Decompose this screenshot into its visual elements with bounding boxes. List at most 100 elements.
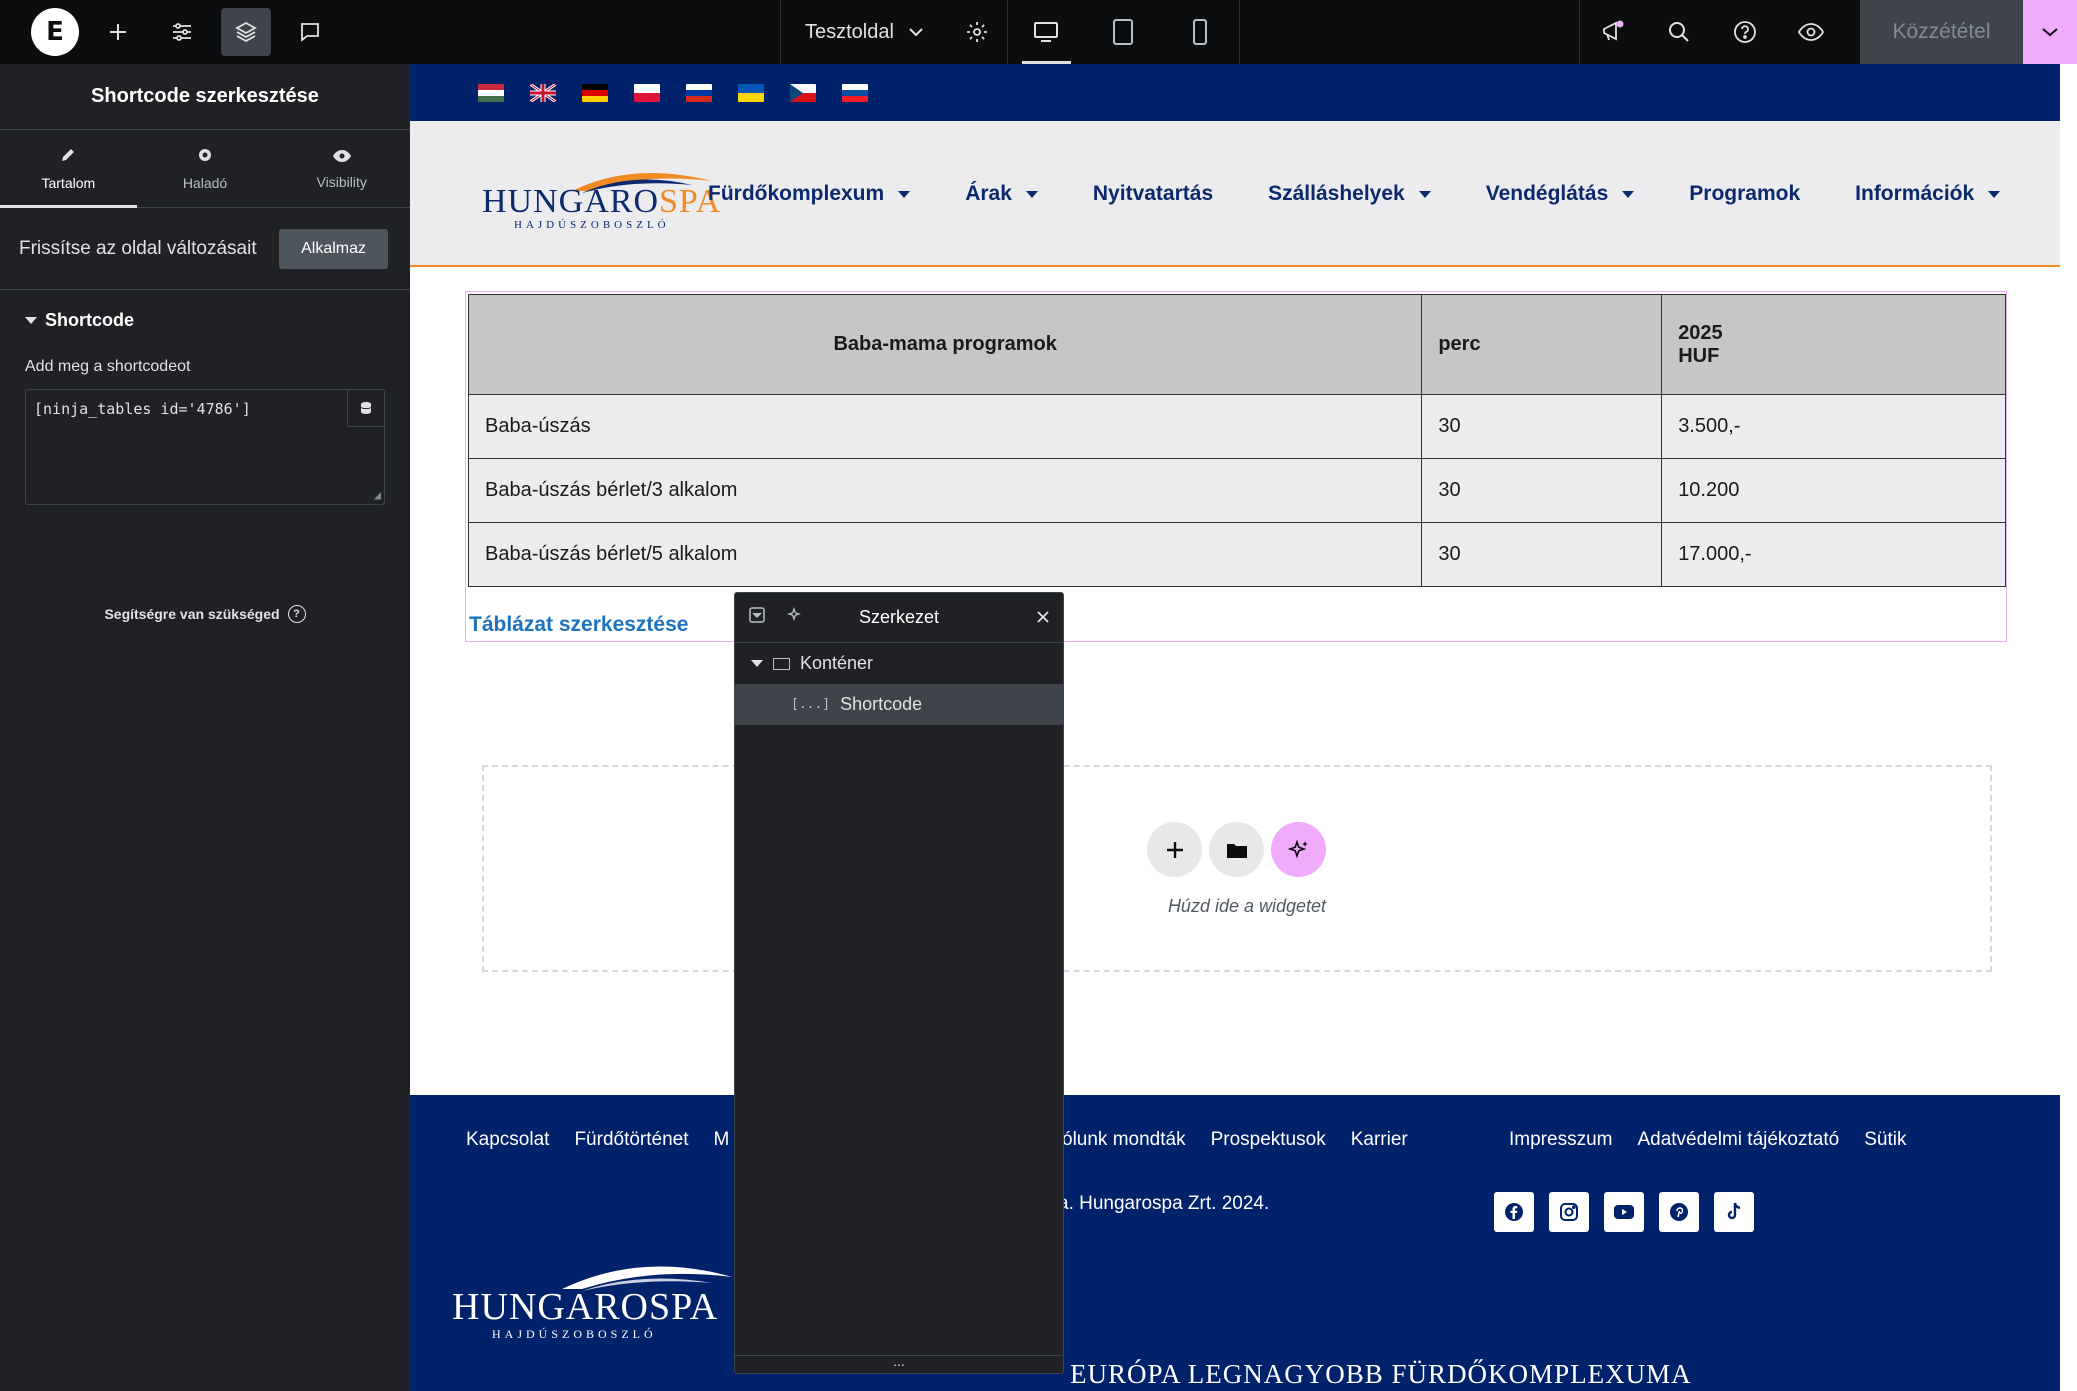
refresh-text: Frissítse az oldal változásait bbox=[19, 237, 257, 259]
flag-de-icon[interactable] bbox=[582, 83, 608, 102]
flag-ua-icon[interactable] bbox=[738, 83, 764, 102]
page-settings-icon[interactable] bbox=[948, 0, 1008, 64]
footer-slogan: EURÓPA LEGNAGYOBB FÜRDŐKOMPLEXUMA bbox=[1070, 1359, 1692, 1389]
tree-item-shortcode[interactable]: [...] Shortcode bbox=[735, 684, 1063, 725]
tree-item-label: Konténer bbox=[800, 653, 874, 673]
footer-link[interactable]: Prospektusok bbox=[1211, 1129, 1326, 1151]
preview-canvas: HUNGAROSPA HAJDÚSZOBOSZLÓ Fürdőkomplexum… bbox=[410, 64, 2060, 1391]
footer-link[interactable]: Adatvédelmi tájékoztató bbox=[1637, 1129, 1839, 1151]
section-shortcode[interactable]: Shortcode bbox=[0, 290, 410, 350]
mobile-icon[interactable] bbox=[1162, 0, 1239, 64]
tab-visibility-label: Visibility bbox=[316, 174, 367, 190]
desktop-icon[interactable] bbox=[1008, 0, 1085, 64]
footer-link[interactable]: Impresszum bbox=[1509, 1129, 1612, 1151]
shortcode-textarea[interactable]: [ninja_tables id='4786'] ◢ bbox=[25, 389, 385, 505]
tree-item-container[interactable]: Konténer bbox=[735, 643, 1063, 684]
sparkle-icon[interactable] bbox=[787, 607, 803, 628]
nav-item-nyitvatartas[interactable]: Nyitvatartás bbox=[1093, 182, 1213, 206]
table-cell: Baba-úszás bbox=[467, 394, 1423, 459]
nav-item-informaciok[interactable]: Információk bbox=[1855, 182, 2001, 206]
tab-content[interactable]: Tartalom bbox=[0, 130, 137, 208]
table-cell: 30 bbox=[1421, 458, 1663, 523]
navigator-title: Szerkezet bbox=[858, 607, 940, 627]
facebook-icon[interactable] bbox=[1494, 1192, 1534, 1232]
tablet-icon[interactable] bbox=[1085, 0, 1162, 64]
caret-down-icon[interactable] bbox=[751, 660, 763, 667]
caret-down-icon bbox=[1622, 190, 1635, 198]
nav-label: Információk bbox=[1855, 182, 1975, 205]
canvas-scrollbar[interactable] bbox=[2060, 64, 2077, 1391]
apply-button[interactable]: Alkalmaz bbox=[279, 228, 388, 269]
megaphone-icon[interactable] bbox=[1580, 0, 1646, 64]
add-element-icon[interactable] bbox=[93, 8, 143, 56]
elementor-logo-icon[interactable]: E bbox=[31, 8, 79, 56]
container-icon bbox=[773, 657, 790, 670]
flag-en-icon[interactable] bbox=[530, 83, 556, 102]
section-title: Shortcode bbox=[45, 309, 135, 330]
search-icon[interactable] bbox=[1646, 0, 1712, 64]
help-link[interactable]: Segítségre van szükséged ? bbox=[0, 605, 410, 623]
chevron-down-icon bbox=[909, 28, 923, 37]
collapse-all-icon[interactable] bbox=[749, 607, 765, 628]
footer-link[interactable]: Karrier bbox=[1351, 1129, 1408, 1151]
table-header: 2025 HUF bbox=[1661, 294, 2006, 395]
site-nav: Fürdőkomplexum Árak Nyitvatartás Szállás… bbox=[708, 121, 2055, 267]
edit-table-link[interactable]: Táblázat szerkesztése bbox=[469, 613, 688, 637]
publish-button[interactable]: Közzététel bbox=[1860, 0, 2023, 64]
table-header: Baba-mama programok bbox=[467, 294, 1423, 395]
resize-handle-icon[interactable]: ... bbox=[735, 1354, 1063, 1373]
nav-item-arak[interactable]: Árak bbox=[965, 182, 1038, 206]
tab-advanced[interactable]: Haladó bbox=[137, 130, 274, 207]
flag-hu-icon[interactable] bbox=[478, 83, 504, 102]
panel-title: Shortcode szerkesztése bbox=[0, 64, 410, 130]
table-cell: 30 bbox=[1421, 522, 1663, 587]
flag-pl-icon[interactable] bbox=[634, 83, 660, 102]
page-select[interactable]: Tesztoldal bbox=[780, 0, 948, 64]
footer-link[interactable]: Fürdőtörténet bbox=[574, 1129, 688, 1151]
template-library-button[interactable] bbox=[1209, 822, 1264, 877]
editor-topbar: E Tesztoldal Közzététel bbox=[0, 0, 2077, 64]
youtube-icon[interactable] bbox=[1604, 1192, 1644, 1232]
nav-label: Árak bbox=[965, 182, 1012, 205]
instagram-icon[interactable] bbox=[1549, 1192, 1589, 1232]
nav-item-programok[interactable]: Programok bbox=[1689, 182, 1800, 206]
footer-link[interactable]: M bbox=[714, 1129, 730, 1151]
footer-link[interactable]: ólunk mondták bbox=[1062, 1129, 1186, 1151]
tab-visibility[interactable]: Visibility bbox=[273, 130, 410, 207]
dynamic-tags-icon[interactable] bbox=[347, 390, 384, 427]
close-icon[interactable] bbox=[1037, 607, 1049, 628]
pinterest-icon[interactable] bbox=[1659, 1192, 1699, 1232]
drop-zone-text: Húzd ide a widgetet bbox=[1167, 896, 1327, 916]
shortcode-field-label: Add meg a shortcodeot bbox=[25, 358, 191, 375]
caret-down-icon bbox=[898, 190, 911, 198]
flag-sk-icon[interactable] bbox=[842, 83, 868, 102]
tab-advanced-label: Haladó bbox=[182, 175, 228, 191]
table-cell: 10.200 bbox=[1661, 458, 2006, 523]
help-icon[interactable] bbox=[1712, 0, 1778, 64]
flag-ru-icon[interactable] bbox=[686, 83, 712, 102]
shortcode-value: [ninja_tables id='4786'] bbox=[34, 400, 251, 418]
footer-logo-subtitle: HAJDÚSZOBOSZLÓ bbox=[492, 1327, 657, 1341]
nav-item-vendeglatas[interactable]: Vendéglátás bbox=[1486, 182, 1635, 206]
tiktok-icon[interactable] bbox=[1714, 1192, 1754, 1232]
site-logo[interactable]: HUNGAROSPA HAJDÚSZOBOSZLÓ bbox=[482, 159, 720, 231]
footer-link[interactable]: Kapcsolat bbox=[466, 1129, 549, 1151]
footer-link[interactable]: Sütik bbox=[1864, 1129, 1906, 1151]
nav-item-szallashelyek[interactable]: Szálláshelyek bbox=[1268, 182, 1431, 206]
flag-cz-icon[interactable] bbox=[790, 83, 816, 102]
site-footer: Kapcsolat Fürdőtörténet M ólunk mondták … bbox=[410, 1095, 2060, 1391]
site-settings-icon[interactable] bbox=[157, 8, 207, 56]
resize-handle[interactable]: ◢ bbox=[374, 488, 381, 502]
eye-icon[interactable] bbox=[1778, 0, 1844, 64]
ai-generate-button[interactable] bbox=[1271, 822, 1326, 877]
nav-item-furdokomplexum[interactable]: Fürdőkomplexum bbox=[708, 182, 911, 206]
add-section-button[interactable] bbox=[1147, 822, 1202, 877]
publish-options-button[interactable] bbox=[2023, 0, 2077, 64]
chevron-down-icon bbox=[2042, 28, 2058, 37]
comment-icon[interactable] bbox=[285, 8, 335, 56]
layers-icon[interactable] bbox=[221, 8, 271, 56]
question-icon: ? bbox=[287, 605, 306, 623]
footer-logo[interactable]: HUNGAROSPA HAJDÚSZOBOSZLÓ bbox=[452, 1257, 732, 1341]
structure-navigator: Szerkezet Konténer [...] Shortcode ... bbox=[734, 592, 1064, 1374]
shortcode-icon: [...] bbox=[791, 697, 831, 712]
